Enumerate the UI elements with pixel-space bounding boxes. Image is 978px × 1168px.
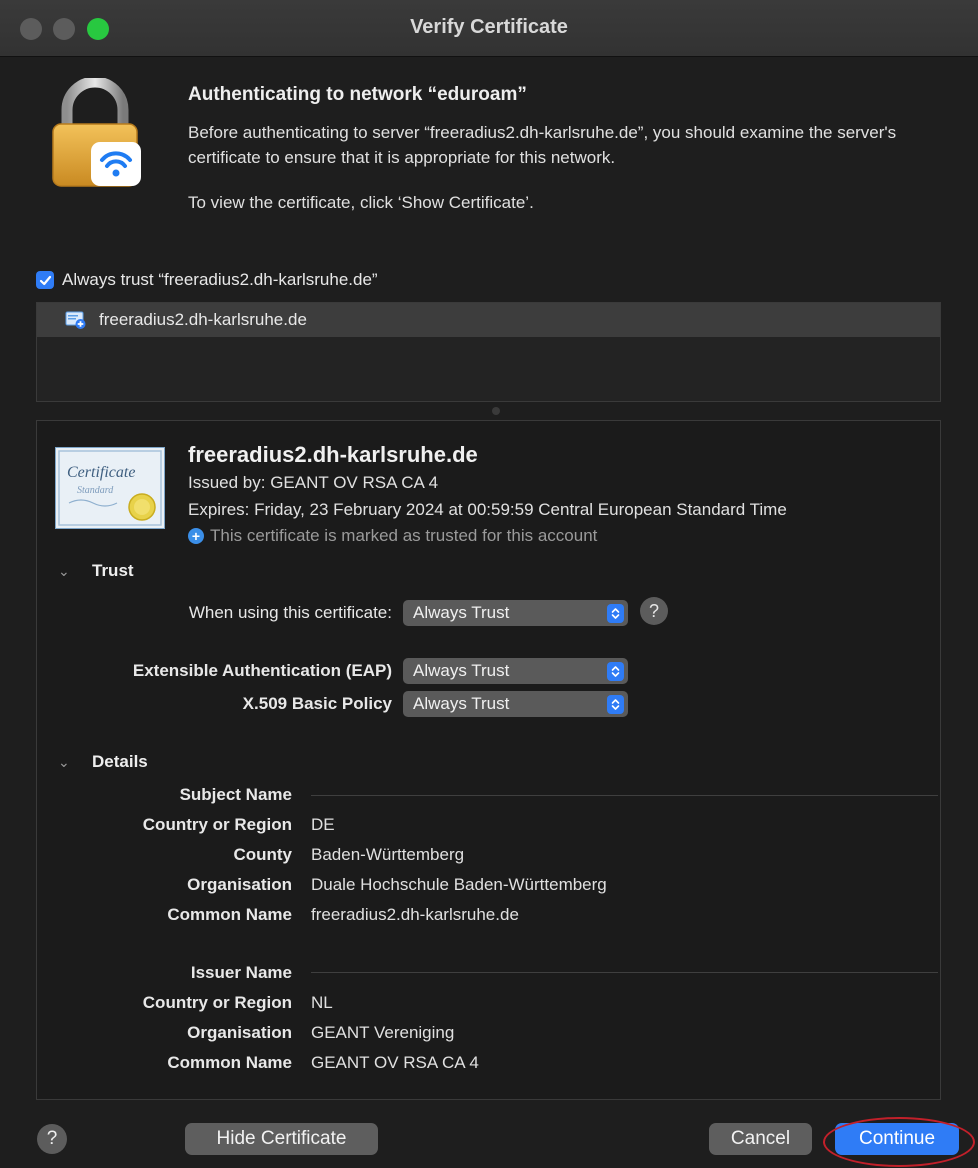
chevron-down-icon: ⌄ [58,562,70,579]
detail-value: DE [311,815,335,834]
trust-section-label: Trust [92,561,134,580]
help-button[interactable]: ? [37,1124,67,1154]
trusted-status: + This certificate is marked as trusted … [188,526,597,546]
verify-certificate-window: Verify Certificate Authenticating to net… [0,0,978,1168]
red-highlight-circle [823,1117,975,1167]
popup-stepper-icon [607,694,624,714]
detail-value: freeradius2.dh-karlsruhe.de [311,905,519,924]
popup-stepper-icon [607,603,624,623]
detail-label: Organisation [187,1023,292,1042]
hide-certificate-button[interactable]: Hide Certificate [185,1123,378,1155]
subject-name-header: Subject Name [179,785,292,804]
eap-popup[interactable]: Always Trust [403,658,628,684]
certificate-list-item-label: freeradius2.dh-karlsruhe.de [99,310,307,329]
x509-label: X.509 Basic Policy [242,694,392,713]
svg-text:Standard: Standard [77,485,114,496]
detail-value: NL [311,993,333,1012]
x509-value: Always Trust [413,694,510,713]
detail-value: GEANT OV RSA CA 4 [311,1053,479,1072]
detail-value: Duale Hochschule Baden-Württemberg [311,875,607,894]
split-view-handle[interactable] [492,407,500,415]
x509-popup[interactable]: Always Trust [403,691,628,717]
svg-text:Certificate: Certificate [67,464,135,481]
always-trust-row[interactable]: Always trust “freeradius2.dh-karlsruhe.d… [36,270,378,290]
certificate-chain-list[interactable]: freeradius2.dh-karlsruhe.de [36,302,941,402]
dialog-hint: To view the certificate, click ‘Show Cer… [188,193,534,212]
detail-label: Country or Region [142,815,292,834]
detail-label: Common Name [167,905,292,924]
title-bar: Verify Certificate [0,0,978,57]
when-using-value: Always Trust [413,603,510,622]
chevron-down-icon: ⌄ [58,753,70,770]
certificate-name: freeradius2.dh-karlsruhe.de [188,442,478,467]
detail-label: Common Name [167,1053,292,1072]
when-using-label: When using this certificate: [188,603,392,622]
detail-label: Organisation [187,875,292,894]
certificate-icon [65,311,86,329]
issuer-divider [311,972,938,973]
detail-value: GEANT Vereniging [311,1023,455,1042]
popup-stepper-icon [607,661,624,681]
checkmark-icon [39,275,51,285]
cancel-button[interactable]: Cancel [709,1123,812,1155]
subject-divider [311,795,938,796]
dialog-heading: Authenticating to network “eduroam” [188,84,527,105]
issued-by-text: Issued by: GEANT OV RSA CA 4 [188,473,439,492]
details-section-label: Details [92,752,148,771]
always-trust-checkbox[interactable] [36,271,54,289]
eap-value: Always Trust [413,661,510,680]
eap-label: Extensible Authentication (EAP) [132,661,392,680]
certificate-image-icon: Certificate Standard [55,447,165,529]
issuer-name-header: Issuer Name [190,963,292,982]
plus-badge-icon: + [188,528,204,544]
details-section-toggle[interactable]: ⌄ Details [58,752,148,772]
detail-label: Country or Region [142,993,292,1012]
when-using-popup[interactable]: Always Trust [403,600,628,626]
always-trust-label: Always trust “freeradius2.dh-karlsruhe.d… [62,270,378,289]
certificate-list-item[interactable]: freeradius2.dh-karlsruhe.de [37,303,940,337]
lock-wifi-icon [52,78,141,187]
trust-section-toggle[interactable]: ⌄ Trust [58,561,134,581]
detail-label: County [233,845,292,864]
window-title: Verify Certificate [410,16,568,38]
trust-help-button[interactable]: ? [640,597,668,625]
expires-text: Expires: Friday, 23 February 2024 at 00:… [188,500,787,519]
dialog-message: Before authenticating to server “freerad… [188,123,897,167]
detail-value: Baden-Württemberg [311,845,465,864]
trusted-status-text: This certificate is marked as trusted fo… [210,526,598,545]
